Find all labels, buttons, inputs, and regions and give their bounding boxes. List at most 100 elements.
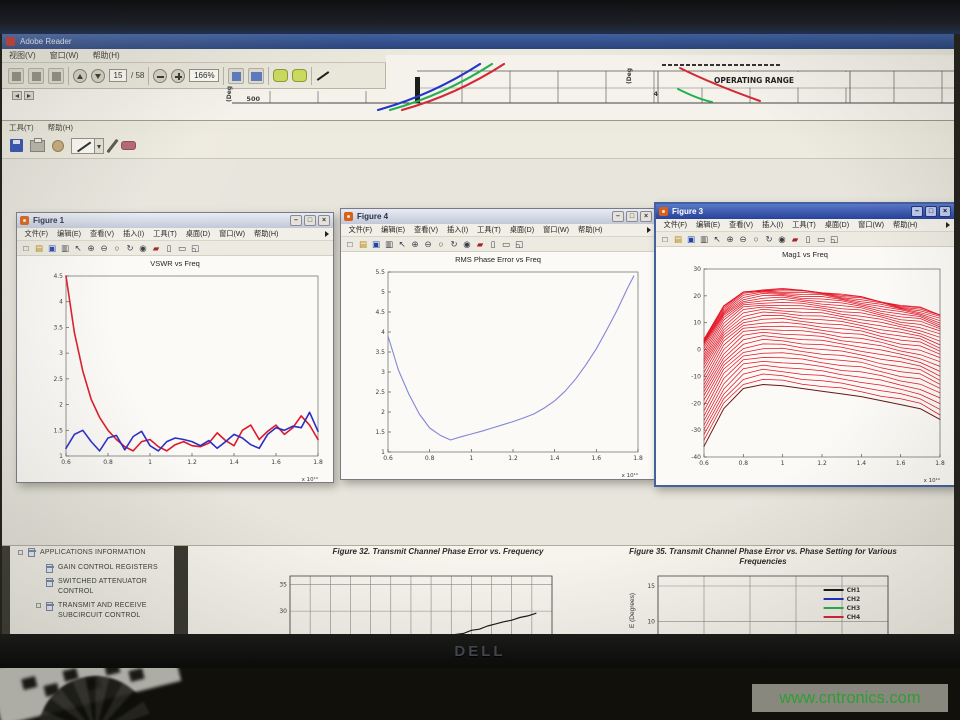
prev-view-icon[interactable] xyxy=(12,91,22,100)
save-icon[interactable] xyxy=(10,139,23,152)
pan-icon[interactable]: ○ xyxy=(436,239,446,250)
maximize-icon[interactable]: □ xyxy=(925,206,937,217)
figure-menu-item[interactable]: 工具(T) xyxy=(149,229,182,239)
maximize-icon[interactable]: □ xyxy=(626,211,638,222)
expander-icon[interactable] xyxy=(18,550,23,555)
figure-menu-item[interactable]: 工具(T) xyxy=(788,220,821,230)
figure-menu-item[interactable]: 插入(I) xyxy=(119,229,149,239)
figure-menu-item[interactable]: 窗口(W) xyxy=(215,229,250,239)
print-icon[interactable]: ▥ xyxy=(384,239,394,250)
colorbar-icon[interactable]: ▯ xyxy=(164,243,174,254)
colorbar-icon[interactable]: ▯ xyxy=(488,239,498,250)
dock-icon[interactable]: ◱ xyxy=(514,239,524,250)
save-icon[interactable]: ▣ xyxy=(686,234,696,245)
minimize-icon[interactable]: – xyxy=(290,215,302,226)
dock-icon[interactable]: ◱ xyxy=(190,243,200,254)
save-icon[interactable]: ▣ xyxy=(47,243,57,254)
fit-width-icon[interactable] xyxy=(248,68,264,84)
figure-menu-item[interactable]: 编辑(E) xyxy=(53,229,86,239)
close-icon[interactable]: × xyxy=(640,211,652,222)
eraser-icon[interactable] xyxy=(121,141,136,150)
colorbar-icon[interactable]: ▯ xyxy=(803,234,813,245)
paint-menu-item[interactable]: 工具(T) xyxy=(2,122,41,133)
new-figure-icon[interactable]: □ xyxy=(660,234,670,245)
maximize-icon[interactable]: □ xyxy=(304,215,316,226)
print-preview-icon[interactable] xyxy=(30,140,45,152)
next-view-icon[interactable] xyxy=(24,91,34,100)
zoom-level-input[interactable]: 166% xyxy=(189,69,219,82)
page-number-input[interactable]: 15 xyxy=(109,69,127,82)
figure-menu-item[interactable]: 桌面(D) xyxy=(820,220,853,230)
close-icon[interactable]: × xyxy=(939,206,951,217)
cursor-icon[interactable]: ↖ xyxy=(397,239,407,250)
chevron-right-icon[interactable] xyxy=(946,222,950,228)
figure-menu-item[interactable]: 查看(V) xyxy=(86,229,119,239)
new-figure-icon[interactable]: □ xyxy=(345,239,355,250)
open-file-icon[interactable]: ▤ xyxy=(34,243,44,254)
zoom-out-icon[interactable]: ⊖ xyxy=(738,234,748,245)
adobe-menu-item[interactable]: 视图(V) xyxy=(2,50,43,61)
figure4-window[interactable]: Figure 4 – □ × 文件(F)编辑(E)查看(V)插入(I)工具(T)… xyxy=(340,208,656,480)
minimize-icon[interactable]: – xyxy=(612,211,624,222)
legend-icon[interactable]: ▭ xyxy=(501,239,511,250)
stamp-icon[interactable] xyxy=(52,140,64,152)
bookmark-item[interactable]: TRANSMIT AND RECEIVE SUBCIRCUIT CONTROL xyxy=(58,601,162,620)
figure-menu-item[interactable]: 帮助(H) xyxy=(250,229,283,239)
rotate-3d-icon[interactable]: ↻ xyxy=(764,234,774,245)
new-figure-icon[interactable]: □ xyxy=(21,243,31,254)
legend-icon[interactable]: ▭ xyxy=(816,234,826,245)
rotate-3d-icon[interactable]: ↻ xyxy=(449,239,459,250)
figure-menu-item[interactable]: 插入(I) xyxy=(758,220,788,230)
dropdown-icon[interactable] xyxy=(95,138,104,154)
line-tool-icon[interactable] xyxy=(71,138,95,154)
figure-menu-item[interactable]: 窗口(W) xyxy=(539,225,574,235)
bookmark-item[interactable]: SWITCHED ATTENUATOR CONTROL xyxy=(58,577,162,596)
zoom-out-icon[interactable]: ⊖ xyxy=(423,239,433,250)
brush-icon[interactable]: ▰ xyxy=(790,234,800,245)
chevron-right-icon[interactable] xyxy=(647,227,651,233)
data-cursor-icon[interactable]: ◉ xyxy=(138,243,148,254)
zoom-out-icon[interactable]: ⊖ xyxy=(99,243,109,254)
save-icon[interactable]: ▣ xyxy=(371,239,381,250)
expander-icon[interactable] xyxy=(36,603,41,608)
minimize-icon[interactable]: – xyxy=(911,206,923,217)
pan-icon[interactable]: ○ xyxy=(751,234,761,245)
figure-menu-item[interactable]: 文件(F) xyxy=(20,229,53,239)
data-cursor-icon[interactable]: ◉ xyxy=(777,234,787,245)
figure-menu-item[interactable]: 帮助(H) xyxy=(889,220,922,230)
dock-icon[interactable]: ◱ xyxy=(829,234,839,245)
zoom-in-icon[interactable]: ⊕ xyxy=(410,239,420,250)
open-file-icon[interactable]: ▤ xyxy=(358,239,368,250)
print-icon[interactable] xyxy=(28,68,44,84)
legend-icon[interactable]: ▭ xyxy=(177,243,187,254)
zoom-in-icon[interactable]: ⊕ xyxy=(725,234,735,245)
email-icon[interactable] xyxy=(48,68,64,84)
figure-menu-item[interactable]: 编辑(E) xyxy=(377,225,410,235)
zoom-in-icon[interactable] xyxy=(171,69,185,83)
zoom-in-icon[interactable]: ⊕ xyxy=(86,243,96,254)
print-icon[interactable]: ▥ xyxy=(60,243,70,254)
figure-menu-item[interactable]: 窗口(W) xyxy=(854,220,889,230)
cursor-icon[interactable]: ↖ xyxy=(73,243,83,254)
page-fit-icon[interactable] xyxy=(228,68,244,84)
paint-menu-item[interactable]: 帮助(H) xyxy=(41,122,80,133)
chevron-right-icon[interactable] xyxy=(325,231,329,237)
figure-menu-item[interactable]: 插入(I) xyxy=(443,225,473,235)
figure1-window[interactable]: Figure 1 – □ × 文件(F)编辑(E)查看(V)插入(I)工具(T)… xyxy=(16,212,334,483)
pencil-icon[interactable] xyxy=(106,138,118,152)
figure-menu-item[interactable]: 编辑(E) xyxy=(692,220,725,230)
cursor-icon[interactable]: ↖ xyxy=(712,234,722,245)
save-icon[interactable] xyxy=(8,68,24,84)
comment-icon[interactable] xyxy=(273,69,288,82)
figure-menu-item[interactable]: 桌面(D) xyxy=(505,225,538,235)
brush-icon[interactable]: ▰ xyxy=(151,243,161,254)
page-down-icon[interactable] xyxy=(91,69,105,83)
figure3-titlebar[interactable]: Figure 3 – □ × xyxy=(656,204,954,219)
adobe-menu-item[interactable]: 窗口(W) xyxy=(43,50,86,61)
close-icon[interactable]: × xyxy=(318,215,330,226)
bookmark-item[interactable]: GAIN CONTROL REGISTERS xyxy=(58,563,170,573)
bookmark-item[interactable]: APPLICATIONS INFORMATION xyxy=(40,548,168,558)
brush-icon[interactable]: ▰ xyxy=(475,239,485,250)
figure1-titlebar[interactable]: Figure 1 – □ × xyxy=(17,213,333,228)
pan-icon[interactable]: ○ xyxy=(112,243,122,254)
